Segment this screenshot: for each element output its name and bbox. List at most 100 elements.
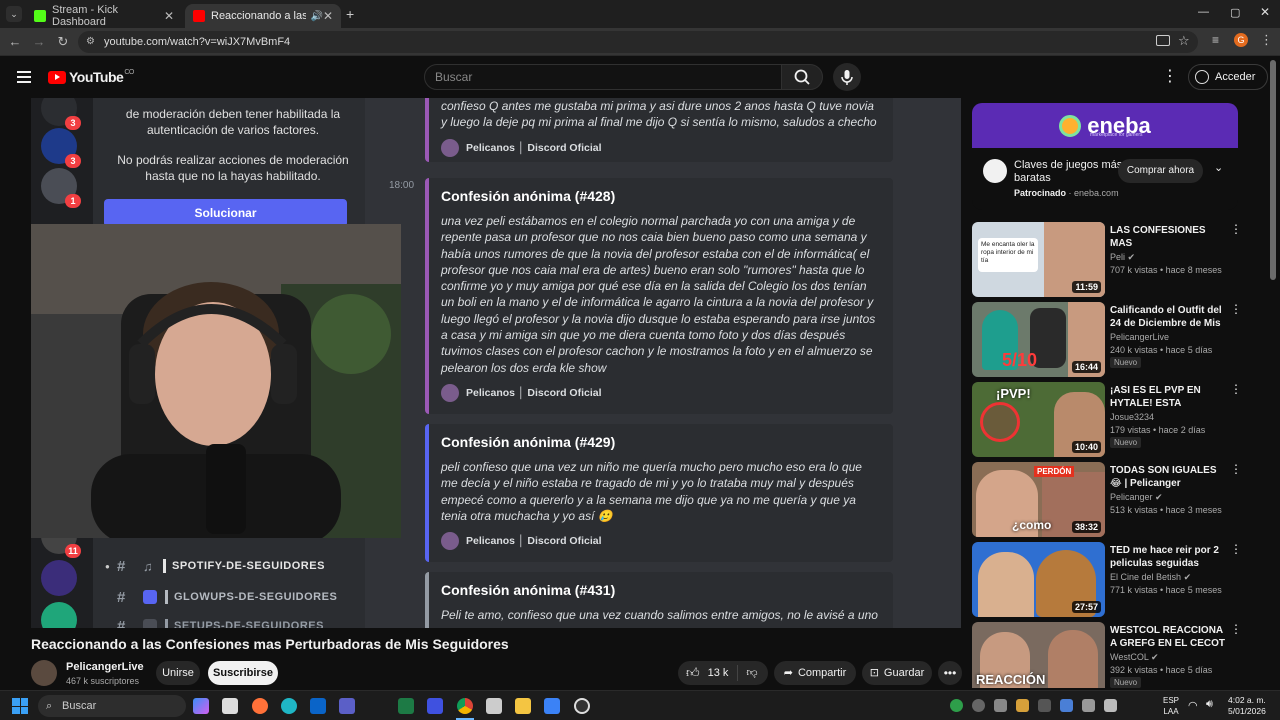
speaker-icon[interactable]: 🔊 — [310, 11, 322, 22]
more-options-icon[interactable]: ⋮ — [1230, 542, 1242, 556]
channel-label: Pelicanger — [1110, 492, 1153, 502]
obs-icon[interactable] — [574, 698, 590, 714]
share-button[interactable]: ➦ Compartir — [774, 661, 856, 685]
video-title: WESTCOL REACCIONA A GREFG EN EL CECOT — [1110, 625, 1226, 649]
more-options-icon[interactable]: ⋮ — [1230, 222, 1242, 236]
more-options-icon[interactable]: ⋮ — [1230, 382, 1242, 396]
video-thumbnail[interactable]: Me encanta oler la ropa interior de mi t… — [972, 222, 1105, 297]
video-thumbnail[interactable]: ¡PVP! 10:40 — [972, 382, 1105, 457]
more-options-icon[interactable]: ⋮ — [1230, 622, 1242, 636]
media-control-icon[interactable]: ≡ — [1212, 33, 1219, 47]
search-input[interactable]: Buscar — [424, 64, 782, 90]
tab-kick-dashboard[interactable]: Stream - Kick Dashboard ✕ — [26, 4, 182, 28]
signin-button[interactable]: Acceder — [1188, 64, 1268, 90]
pelicanos-icon — [441, 383, 459, 402]
recommended-video[interactable]: ¡PVP! 10:40 ¡ASI ES EL PVP EN HYTALE! ES… — [972, 382, 1242, 458]
outlook-icon[interactable] — [310, 698, 326, 714]
ad-cta-button[interactable]: Comprar ahora — [1118, 159, 1203, 183]
clock-time: 4:02 a. m. — [1228, 695, 1266, 705]
youtube-logo[interactable]: YouTube CO — [48, 69, 134, 85]
ad-banner[interactable]: eneba marketplace for gamers — [972, 103, 1238, 148]
pelicanos-icon — [441, 138, 459, 157]
more-actions-button[interactable]: ••• — [938, 661, 962, 685]
tab-label: Stream - Kick Dashboard — [52, 4, 119, 28]
snipping-tool-icon[interactable] — [486, 698, 502, 714]
keyboard-language[interactable]: ESP LAA — [1163, 695, 1179, 717]
close-icon[interactable]: ✕ — [323, 9, 333, 23]
word-icon[interactable] — [427, 698, 443, 714]
app-icon[interactable] — [544, 698, 560, 714]
chevron-down-icon[interactable]: ⌄ — [1214, 161, 1223, 174]
browser-menu-icon[interactable]: ⋮ — [1260, 32, 1273, 48]
maximize-icon[interactable]: ▢ — [1230, 6, 1240, 19]
store-icon[interactable] — [222, 698, 238, 714]
new-badge: Nuevo — [1110, 437, 1142, 448]
unread-badge: 11 — [65, 544, 81, 558]
new-tab-button[interactable]: + — [346, 6, 354, 22]
teams-icon[interactable] — [339, 698, 355, 714]
windows-taskbar: ⌕ Buscar ESP LAA ◠ 🔊︎ 4:02 a. m. 5/01/20… — [0, 690, 1280, 720]
back-icon[interactable]: ← — [7, 34, 23, 50]
excel-icon[interactable] — [398, 698, 414, 714]
webcam-overlay — [31, 224, 401, 538]
dislike-button[interactable]: 👎︎ — [742, 661, 762, 685]
video-thumbnail[interactable]: 27:57 — [972, 542, 1105, 617]
save-button[interactable]: ⊡ Guardar — [862, 661, 932, 685]
wifi-icon[interactable]: ◠ — [1188, 699, 1198, 712]
recommended-video[interactable]: Me encanta oler la ropa interior de mi t… — [972, 222, 1242, 298]
video-thumbnail[interactable]: 5/10 16:44 — [972, 302, 1105, 377]
video-thumbnail[interactable]: REACCIÓN — [972, 622, 1105, 688]
taskbar-search-input[interactable]: ⌕ Buscar — [38, 695, 186, 717]
bookmark-star-icon[interactable]: ☆ — [1178, 33, 1190, 49]
chrome-icon[interactable] — [457, 698, 473, 714]
join-button[interactable]: Unirse — [156, 661, 200, 685]
account-icon — [1195, 70, 1209, 84]
minimize-icon[interactable]: — — [1198, 6, 1209, 18]
page-scrollbar[interactable] — [1270, 60, 1276, 280]
voice-search-button[interactable] — [833, 63, 861, 91]
recommended-video[interactable]: PERDÓN ¿como 38:32 TODAS SON IGUALES 😂 |… — [972, 462, 1242, 538]
video-channel: PelicangerLive — [1110, 332, 1170, 342]
search-button[interactable] — [781, 64, 823, 90]
emoji-icon — [143, 590, 157, 604]
edge-icon[interactable] — [281, 698, 297, 714]
forward-icon[interactable]: → — [31, 34, 47, 50]
verified-icon: ✔ — [1127, 252, 1136, 262]
settings-menu-icon[interactable]: ⋮ — [1162, 68, 1178, 86]
like-button[interactable]: 👍︎ 13 k — [686, 661, 734, 685]
close-icon[interactable]: ✕ — [164, 9, 174, 23]
firefox-icon[interactable] — [252, 698, 268, 714]
video-thumbnail[interactable]: PERDÓN ¿como 38:32 — [972, 462, 1105, 537]
recommended-video[interactable]: 27:57 TED me hace reir por 2 peliculas s… — [972, 542, 1242, 618]
discord-server-icon: 1 — [41, 168, 81, 208]
channel-avatar[interactable] — [31, 660, 57, 686]
window-close-icon[interactable]: ✕ — [1260, 5, 1270, 19]
collapse-icon: ● — [105, 561, 111, 571]
file-explorer-icon[interactable] — [515, 698, 531, 714]
system-clock[interactable]: 4:02 a. m. 5/01/2026 — [1228, 695, 1266, 717]
recommended-video[interactable]: REACCIÓN WESTCOL REACCIONA A GREFG EN EL… — [972, 622, 1242, 688]
windows-start-icon[interactable] — [12, 698, 28, 714]
pelicanos-icon — [441, 532, 459, 551]
url-field[interactable]: ⚙ youtube.com/watch?v=wiJX7MvBmF4 — [78, 31, 1198, 53]
profile-avatar[interactable]: G — [1234, 33, 1248, 47]
channel-name[interactable]: PelicangerLive — [66, 661, 144, 673]
thumbs-up-icon: 👍︎ — [686, 665, 700, 680]
recommended-video[interactable]: 5/10 16:44 Calificando el Outfit del 24 … — [972, 302, 1242, 378]
video-duration: 27:57 — [1071, 601, 1101, 613]
subscribe-button[interactable]: Suscribirse — [208, 661, 278, 685]
more-options-icon[interactable]: ⋮ — [1230, 302, 1242, 316]
ad-card[interactable]: eneba marketplace for gamers Claves de j… — [972, 103, 1238, 210]
more-options-icon[interactable]: ⋮ — [1230, 462, 1242, 476]
streamer-webcam-image — [31, 224, 401, 538]
tab-youtube-video[interactable]: Reaccionando a las Confesi 🔊 ✕ — [185, 4, 341, 28]
cast-icon[interactable] — [1156, 35, 1170, 46]
tray-icons[interactable] — [950, 699, 1155, 713]
reload-icon[interactable]: ↻ — [55, 34, 71, 50]
menu-icon[interactable] — [17, 71, 31, 83]
volume-icon[interactable]: 🔊︎ — [1206, 698, 1213, 711]
channel-item: ● # ♫ SPOTIFY-DE-SEGUIDORES — [105, 556, 325, 576]
copilot-icon[interactable] — [193, 698, 209, 714]
tab-search-button[interactable]: ⌄ — [6, 6, 22, 22]
site-info-icon[interactable]: ⚙ — [86, 36, 98, 48]
